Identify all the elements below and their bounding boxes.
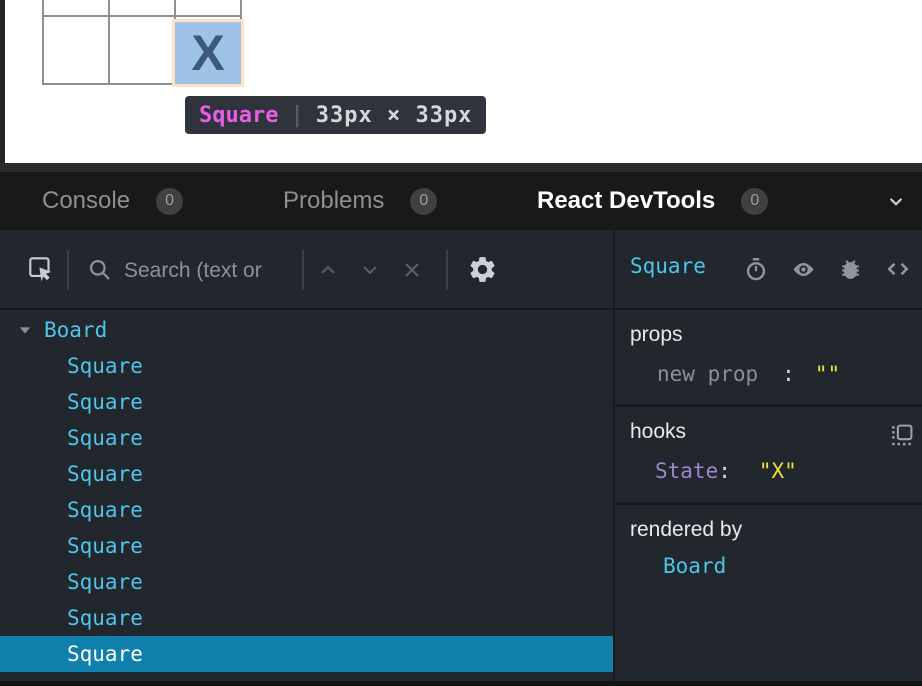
tree-row-square[interactable]: Square [0, 492, 613, 528]
tab-console[interactable]: Console 0 [42, 172, 183, 230]
tab-console-label: Console [42, 187, 130, 215]
tree-row-square[interactable]: Square [0, 528, 613, 564]
eye-icon[interactable] [790, 256, 817, 283]
colon: : [718, 459, 731, 483]
tree-row-label: Square [67, 426, 143, 450]
tree-row-label: Board [44, 318, 107, 342]
tree-row-label: Square [67, 642, 143, 666]
inspect-highlight-content[interactable]: X [175, 22, 241, 84]
devtools-top-edge [0, 163, 922, 172]
grid-line [42, 0, 44, 85]
hook-value-input[interactable]: "X" [759, 459, 797, 483]
tree-row-square[interactable]: Square [0, 456, 613, 492]
tab-console-badge: 0 [156, 188, 183, 215]
chevron-down-icon[interactable] [358, 258, 382, 282]
stopwatch-icon[interactable] [743, 256, 769, 282]
devtools-window: X Square | 33px × 33px Console 0 Problem… [0, 0, 922, 686]
tree-row-square[interactable]: Square [0, 384, 613, 420]
hook-name: State [655, 459, 718, 483]
inspect-tooltip: Square | 33px × 33px [185, 96, 486, 134]
react-devtools-panel: Board Square Square Square Square Square… [0, 230, 922, 681]
triangle-down-icon[interactable] [18, 323, 32, 337]
tree-row-label: Square [67, 354, 143, 378]
tree-row-label: Square [67, 498, 143, 522]
grid-line [42, 15, 242, 17]
tooltip-dimensions: 33px × 33px [316, 103, 473, 128]
tree-row-label: Square [67, 462, 143, 486]
tab-problems-badge: 0 [410, 188, 437, 215]
devtools-tabbar: Console 0 Problems 0 React DevTools 0 [0, 172, 922, 230]
tab-problems-label: Problems [283, 187, 384, 215]
inspector-pane: props new prop: "" hooks [615, 310, 922, 681]
tree-row-board[interactable]: Board [0, 312, 613, 348]
tree-row-label: Square [67, 390, 143, 414]
tab-react-devtools-badge: 0 [741, 188, 768, 215]
inspector-toolbar: Square [615, 230, 922, 310]
grid-line [108, 0, 110, 85]
new-prop-value-input[interactable]: "" [815, 362, 840, 386]
search-icon [86, 256, 113, 283]
tree-row-square-selected[interactable]: Square [0, 636, 613, 672]
inspect-highlight-padding: X [172, 19, 244, 87]
chevron-up-icon[interactable] [316, 258, 340, 282]
tab-problems[interactable]: Problems 0 [283, 172, 437, 230]
window-left-edge [0, 0, 5, 163]
selected-component-title: Square [630, 254, 706, 278]
clear-search-icon[interactable] [400, 258, 424, 282]
rendered-by-heading: rendered by [630, 518, 922, 542]
new-prop-input[interactable]: new prop [657, 362, 758, 386]
square-cell-value: X [191, 28, 224, 78]
colon: : [782, 362, 795, 386]
hooks-heading: hooks [630, 420, 922, 444]
tree-row-square[interactable]: Square [0, 600, 613, 636]
search-input[interactable] [122, 252, 298, 290]
tree-toolbar [0, 230, 613, 310]
panel-divider [613, 230, 615, 681]
tree-row-label: Square [67, 534, 143, 558]
toolbar-divider [446, 250, 448, 290]
bug-icon[interactable] [838, 257, 863, 282]
code-icon[interactable] [884, 255, 912, 283]
tree-row-label: Square [67, 570, 143, 594]
window-bottom-edge [0, 681, 922, 686]
tab-react-devtools[interactable]: React DevTools 0 [537, 172, 768, 230]
toolbar-divider [67, 250, 69, 290]
tab-react-devtools-label: React DevTools [537, 187, 715, 215]
tooltip-component-name: Square [199, 103, 278, 128]
gear-icon[interactable] [467, 254, 498, 285]
rendered-by-section: rendered by Board [615, 505, 922, 681]
prop-row: new prop: "" [630, 362, 922, 386]
rendered-by-owner-link[interactable]: Board [630, 554, 922, 578]
props-section: props new prop: "" [615, 310, 922, 407]
hooks-section: hooks State: "X" [615, 407, 922, 505]
chevron-down-icon[interactable] [883, 188, 909, 214]
browser-page: X Square | 33px × 33px [0, 0, 922, 163]
parse-hooks-icon[interactable] [889, 423, 914, 448]
inspect-element-icon[interactable] [26, 254, 56, 284]
hook-row: State: "X" [630, 459, 922, 483]
tree-row-label: Square [67, 606, 143, 630]
tree-row-square[interactable]: Square [0, 348, 613, 384]
tree-row-square[interactable]: Square [0, 420, 613, 456]
tooltip-separator: | [290, 103, 303, 128]
tree-row-square[interactable]: Square [0, 564, 613, 600]
toolbar-divider [302, 250, 304, 290]
component-tree: Board Square Square Square Square Square… [0, 312, 613, 672]
props-heading: props [630, 323, 922, 347]
